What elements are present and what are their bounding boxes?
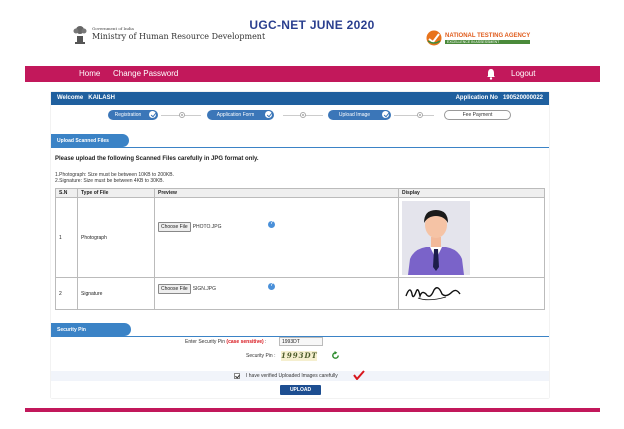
section-divider	[51, 147, 549, 148]
check-icon	[148, 110, 157, 119]
choose-photo-button[interactable]: Choose File	[158, 221, 191, 232]
notification-bell-icon[interactable]	[485, 68, 497, 80]
nta-name: NATIONAL TESTING AGENCY	[445, 32, 531, 39]
nta-logo: NATIONAL TESTING AGENCY EXCELLENCE IN AS…	[426, 30, 531, 46]
security-pin-label: Security Pin :	[246, 353, 276, 359]
choose-signature-button[interactable]: Choose File	[158, 283, 191, 294]
upload-table: S.N Type of File Preview Display 1 Photo…	[55, 188, 545, 310]
row-preview-cell: Choose File PHOTO.JPG	[154, 197, 399, 278]
application-number: Application No 190520000022	[456, 95, 543, 101]
row-display-cell	[398, 197, 545, 278]
step-registration[interactable]: Registration	[108, 110, 158, 120]
site-header: Government of India Ministry of Human Re…	[0, 0, 624, 66]
red-check-icon	[353, 370, 365, 380]
application-label: Application No	[455, 95, 498, 101]
row-file-type: Signature	[77, 277, 155, 310]
nav-home-link[interactable]: Home	[79, 69, 100, 78]
enter-pin-text: Enter Security Pin	[185, 339, 226, 345]
check-icon	[381, 110, 390, 119]
row-sn: 2	[55, 277, 78, 310]
step-label: Registration	[114, 112, 142, 118]
welcome-label: Welcome	[57, 95, 84, 101]
nav-logout-link[interactable]: Logout	[511, 69, 535, 78]
security-pin-input[interactable]: 1993DT	[279, 337, 323, 346]
row-file-type: Photograph	[77, 197, 155, 278]
nav-change-password-link[interactable]: Change Password	[113, 69, 178, 78]
step-fee-payment[interactable]: Fee Payment	[444, 110, 511, 120]
uploaded-photo	[402, 200, 470, 275]
step-label: Application Form	[216, 112, 255, 118]
step-node	[417, 112, 423, 118]
row-sn: 1	[55, 197, 78, 278]
column-header-type: Type of File	[77, 188, 155, 198]
ministry-name: Ministry of Human Resource Development	[92, 32, 266, 41]
application-value: 190520000022	[502, 95, 543, 101]
nta-emblem-icon	[426, 30, 442, 46]
row-display-cell	[398, 277, 545, 310]
welcome-bar: Welcome KAILASH Application No 190520000…	[51, 92, 549, 105]
signature-file-name: SIGN.JPG	[192, 285, 217, 292]
welcome-text: Welcome KAILASH	[57, 95, 115, 101]
upload-instruction: Please upload the following Scanned File…	[55, 156, 259, 162]
step-connector	[394, 115, 434, 116]
step-label: Upload Image	[338, 112, 371, 118]
table-row: 2 Signature Choose File SIGN.JPG	[55, 277, 545, 310]
signature-size-note: 2.Signature: Size must be between 4KB to…	[55, 178, 164, 184]
uploaded-signature	[405, 286, 461, 300]
refresh-icon[interactable]	[331, 351, 340, 360]
row-preview-cell: Choose File SIGN.JPG	[154, 277, 399, 310]
case-sensitive-note: (case sensitive)	[226, 339, 264, 345]
table-header-row: S.N Type of File Preview Display	[55, 188, 545, 198]
column-header-display: Display	[398, 188, 545, 198]
step-upload-image[interactable]: Upload Image	[328, 110, 391, 120]
verify-checkbox[interactable]	[234, 373, 240, 379]
person-avatar-icon	[402, 200, 470, 275]
security-section-tab: Security Pin	[51, 323, 131, 336]
upload-notes: 1.Photograph: Size must be between 10KB …	[55, 172, 174, 184]
table-row: 1 Photograph Choose File PHOTO.JPG	[55, 197, 545, 278]
help-icon[interactable]	[268, 282, 275, 290]
photo-file-name: PHOTO.JPG	[192, 223, 222, 230]
main-navbar: Home Change Password Logout	[25, 66, 600, 82]
step-node	[300, 112, 306, 118]
upload-section-title: Upload Scanned Files	[57, 137, 109, 144]
enter-pin-label: Enter Security Pin (case sensitive) :	[185, 339, 267, 345]
verify-label: I have verified Uploaded Images carefull…	[246, 373, 338, 379]
photo-file-picker: Choose File PHOTO.JPG	[158, 220, 395, 232]
upload-button[interactable]: UPLOAD	[280, 385, 321, 395]
step-application-form[interactable]: Application Form	[207, 110, 274, 120]
step-label: Fee Payment	[462, 112, 493, 118]
signature-file-picker: Choose File SIGN.JPG	[158, 282, 395, 294]
captcha-image: 1993DT	[281, 351, 318, 361]
page-title: UGC-NET JUNE 2020	[249, 18, 375, 32]
column-header-preview: Preview	[154, 188, 399, 198]
nta-tagline: EXCELLENCE IN ASSESSMENT	[445, 39, 531, 44]
security-section-title: Security Pin	[57, 326, 86, 333]
security-pin-section: Security Pin Enter Security Pin (case se…	[51, 323, 549, 398]
upload-panel: Welcome KAILASH Application No 190520000…	[51, 92, 549, 398]
candidate-name: KAILASH	[88, 95, 115, 101]
help-icon[interactable]	[268, 220, 275, 228]
progress-steps: Registration Application Form Upload Ima…	[51, 108, 549, 122]
footer-bar	[25, 408, 600, 412]
column-header-sn: S.N	[55, 188, 78, 198]
upload-section-tab: Upload Scanned Files	[51, 134, 129, 147]
step-node	[179, 112, 185, 118]
check-icon	[264, 110, 273, 119]
